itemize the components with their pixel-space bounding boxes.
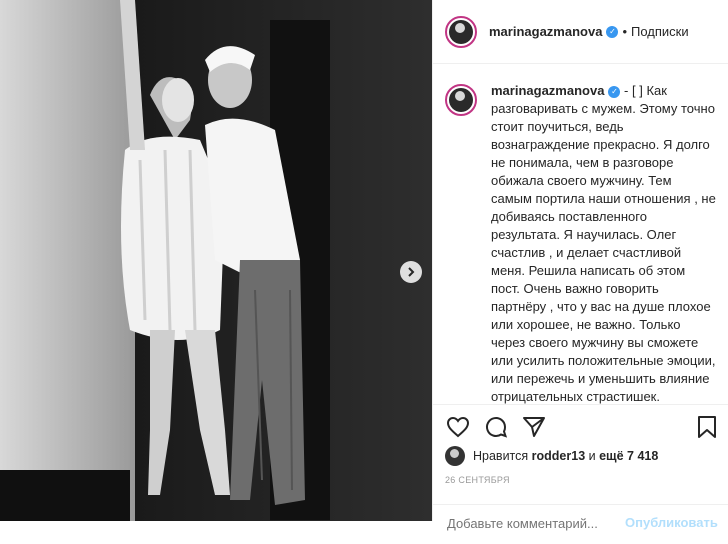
heart-icon — [446, 416, 470, 437]
save-button[interactable] — [694, 414, 720, 440]
verified-badge-icon: ✓ — [606, 25, 619, 38]
comment-button[interactable] — [483, 414, 509, 440]
publish-button[interactable]: Опубликовать — [625, 515, 718, 530]
caption-body: - [ ] Как разговаривать с мужем. Этому т… — [491, 83, 716, 404]
likes-row: Нравится rodder13 и ещё 7 418 — [445, 446, 658, 466]
photo-image — [0, 0, 432, 521]
caption: marinagazmanova ✓ - [ ] Как разговаривать… — [433, 64, 728, 404]
liker-avatar[interactable] — [445, 446, 465, 466]
chevron-right-icon — [408, 267, 415, 277]
likes-conj: и — [588, 449, 596, 463]
post-photo — [0, 0, 432, 521]
post-side-panel: marinagazmanova ✓ • Подписки marinagazma… — [432, 0, 728, 532]
caption-verified-badge-icon: ✓ — [608, 86, 621, 98]
caption-avatar[interactable] — [445, 84, 477, 116]
bookmark-icon — [698, 415, 716, 438]
speech-bubble-icon — [486, 416, 508, 438]
next-photo-button[interactable] — [400, 261, 422, 283]
caption-text: marinagazmanova ✓ - [ ] Как разговаривать… — [491, 82, 716, 404]
following-button[interactable]: Подписки — [631, 24, 689, 39]
liker-username-link[interactable]: rodder13 — [532, 449, 586, 463]
separator-dot: • — [622, 24, 627, 39]
post-header: marinagazmanova ✓ • Подписки — [433, 0, 728, 64]
paper-plane-icon — [523, 416, 545, 437]
likes-count-link[interactable]: ещё 7 418 — [599, 449, 658, 463]
avatar[interactable] — [445, 15, 477, 48]
share-button[interactable] — [521, 414, 547, 440]
comment-input[interactable] — [445, 515, 625, 532]
comment-box: Опубликовать — [433, 504, 728, 544]
action-bar — [433, 404, 728, 448]
likes-prefix: Нравится — [473, 449, 529, 463]
like-button[interactable] — [445, 414, 471, 440]
caption-username-link[interactable]: marinagazmanova — [491, 83, 604, 98]
username-link[interactable]: marinagazmanova — [489, 24, 602, 39]
post-date[interactable]: 26 СЕНТЯБРЯ — [445, 475, 510, 485]
